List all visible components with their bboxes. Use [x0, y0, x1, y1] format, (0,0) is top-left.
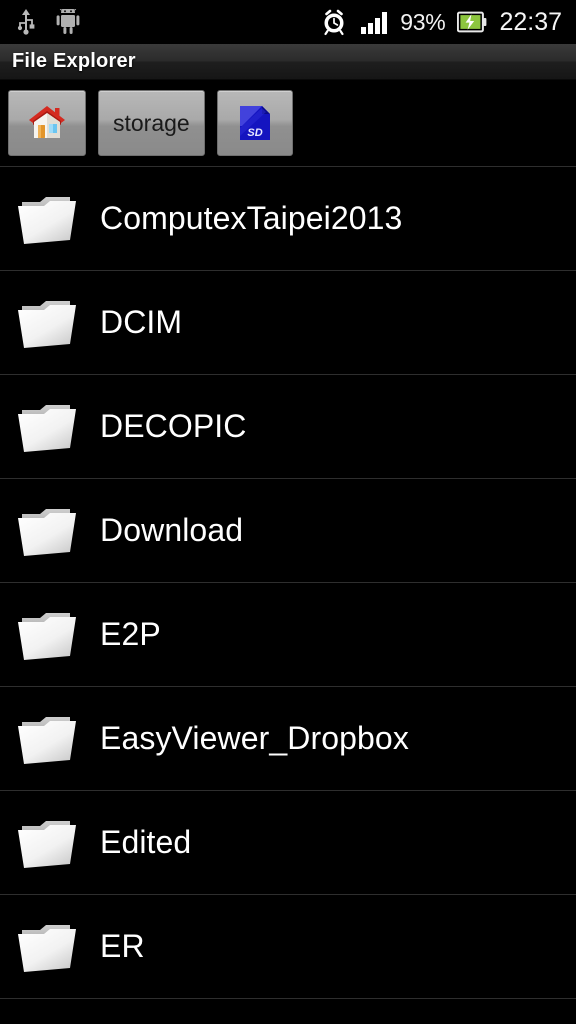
battery-charging-icon — [457, 11, 487, 33]
file-list-row[interactable]: DCIM — [0, 271, 576, 375]
breadcrumb-item-sdcard[interactable]: SD — [216, 90, 293, 156]
app-title-bar: File Explorer — [0, 44, 576, 80]
home-icon — [29, 106, 65, 138]
breadcrumb-item-home[interactable] — [8, 90, 86, 156]
status-bar-clock: 22:37 — [499, 7, 562, 36]
folder-icon — [18, 196, 76, 244]
signal-bars-icon — [361, 12, 388, 34]
file-list-row-label: EasyViewer_Dropbox — [100, 720, 409, 756]
folder-icon — [18, 300, 76, 348]
svg-text:SD: SD — [247, 127, 262, 139]
file-list-row[interactable]: E2P — [0, 583, 576, 687]
android-icon — [56, 9, 80, 34]
file-list-row[interactable]: EasyViewer_Dropbox — [0, 687, 576, 791]
battery-percentage-label: 93% — [400, 8, 446, 35]
file-list-row-label: ComputexTaipei2013 — [100, 200, 403, 236]
breadcrumb-item-storage-label: storage — [113, 109, 190, 136]
alarm-clock-icon — [324, 9, 344, 36]
file-list-row-label: ER — [100, 928, 145, 964]
file-list: ComputexTaipei2013 DCIM DECOPIC Download… — [0, 166, 576, 999]
file-list-row[interactable]: ComputexTaipei2013 — [0, 167, 576, 271]
file-list-row-label: DECOPIC — [100, 408, 247, 444]
file-list-row-label: Edited — [100, 824, 192, 860]
folder-icon — [18, 716, 76, 764]
folder-icon — [18, 612, 76, 660]
sd-card-icon: SD — [239, 106, 270, 140]
file-list-row-label: Download — [100, 512, 244, 548]
status-bar: 93% 22:37 — [0, 0, 576, 44]
file-list-row[interactable]: DECOPIC — [0, 375, 576, 479]
folder-icon — [18, 508, 76, 556]
file-list-row[interactable]: ER — [0, 895, 576, 999]
folder-icon — [18, 924, 76, 972]
file-list-row-label: E2P — [100, 616, 161, 652]
breadcrumb: storage SD — [0, 80, 576, 166]
folder-icon — [18, 820, 76, 868]
usb-icon — [17, 9, 35, 35]
file-list-row-label: DCIM — [100, 304, 183, 340]
breadcrumb-item-storage[interactable]: storage — [98, 90, 205, 156]
page-title: File Explorer — [12, 50, 136, 72]
file-list-row[interactable]: Download — [0, 479, 576, 583]
folder-icon — [18, 404, 76, 452]
status-bar-right-icons: 93% 22:37 — [320, 8, 562, 36]
status-bar-left-icons — [16, 9, 80, 35]
file-list-row[interactable]: Edited — [0, 791, 576, 895]
android-file-explorer-screen: 93% 22:37 File Explorer storage SD Compu… — [0, 0, 576, 1024]
